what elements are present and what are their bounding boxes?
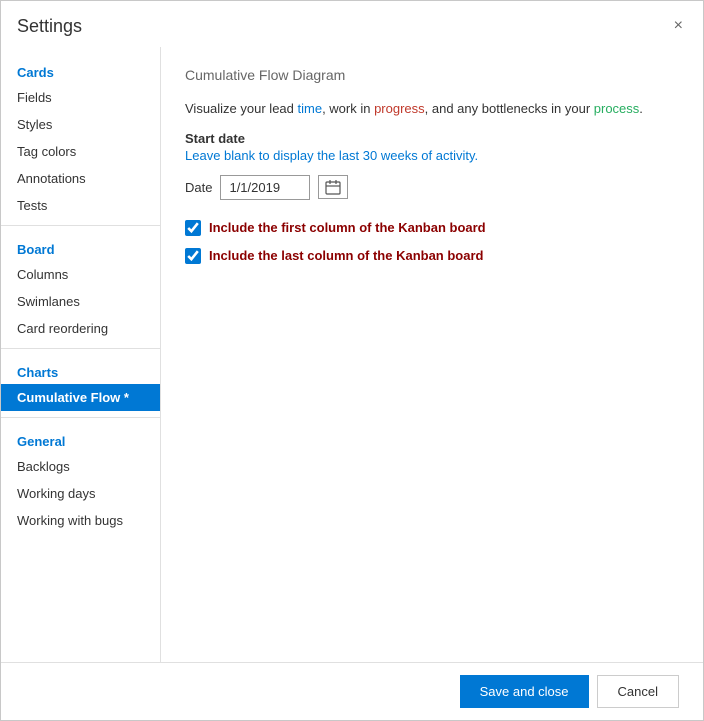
date-row: Date xyxy=(185,175,679,200)
divider-1 xyxy=(1,225,160,226)
description-progress: progress xyxy=(374,101,425,116)
checkbox-row-last-column: Include the last column of the Kanban bo… xyxy=(185,248,679,264)
main-content: Cumulative Flow Diagram Visualize your l… xyxy=(161,47,703,662)
sidebar-item-tests[interactable]: Tests xyxy=(1,192,160,219)
checkbox-first-column-label: Include the first column of the Kanban b… xyxy=(209,220,486,235)
sidebar-item-fields[interactable]: Fields xyxy=(1,84,160,111)
settings-dialog: Settings × Cards Fields Styles Tag color… xyxy=(0,0,704,721)
sidebar-item-cumulative-flow[interactable]: Cumulative Flow * xyxy=(1,384,160,411)
sidebar-item-working-days[interactable]: Working days xyxy=(1,480,160,507)
start-date-hint: Leave blank to display the last 30 weeks… xyxy=(185,148,679,163)
dialog-title: Settings xyxy=(17,16,82,37)
sidebar-item-columns[interactable]: Columns xyxy=(1,261,160,288)
close-button[interactable]: × xyxy=(670,13,687,39)
sidebar-item-working-with-bugs[interactable]: Working with bugs xyxy=(1,507,160,534)
checkbox-row-first-column: Include the first column of the Kanban b… xyxy=(185,220,679,236)
divider-2 xyxy=(1,348,160,349)
calendar-icon-button[interactable] xyxy=(318,175,348,199)
checkbox-first-column[interactable] xyxy=(185,220,201,236)
divider-3 xyxy=(1,417,160,418)
calendar-icon xyxy=(325,179,341,195)
date-input[interactable] xyxy=(220,175,310,200)
sidebar: Cards Fields Styles Tag colors Annotatio… xyxy=(1,47,161,662)
checkbox-last-column-label: Include the last column of the Kanban bo… xyxy=(209,248,483,263)
sidebar-item-styles[interactable]: Styles xyxy=(1,111,160,138)
dialog-body: Cards Fields Styles Tag colors Annotatio… xyxy=(1,47,703,662)
description-time: time xyxy=(298,101,323,116)
start-date-label: Start date xyxy=(185,131,679,146)
content-title: Cumulative Flow Diagram xyxy=(185,67,679,83)
save-close-button[interactable]: Save and close xyxy=(460,675,589,708)
dialog-footer: Save and close Cancel xyxy=(1,662,703,720)
sidebar-item-tag-colors[interactable]: Tag colors xyxy=(1,138,160,165)
dialog-header: Settings × xyxy=(1,1,703,47)
sidebar-section-board: Board xyxy=(1,232,160,261)
sidebar-item-swimlanes[interactable]: Swimlanes xyxy=(1,288,160,315)
date-label: Date xyxy=(185,180,212,195)
sidebar-item-backlogs[interactable]: Backlogs xyxy=(1,453,160,480)
sidebar-section-charts: Charts xyxy=(1,355,160,384)
description-text: Visualize your lead time, work in progre… xyxy=(185,99,679,119)
description-process: process xyxy=(594,101,640,116)
sidebar-item-card-reordering[interactable]: Card reordering xyxy=(1,315,160,342)
cancel-button[interactable]: Cancel xyxy=(597,675,679,708)
sidebar-section-cards: Cards xyxy=(1,55,160,84)
sidebar-section-general: General xyxy=(1,424,160,453)
sidebar-item-annotations[interactable]: Annotations xyxy=(1,165,160,192)
checkbox-last-column[interactable] xyxy=(185,248,201,264)
